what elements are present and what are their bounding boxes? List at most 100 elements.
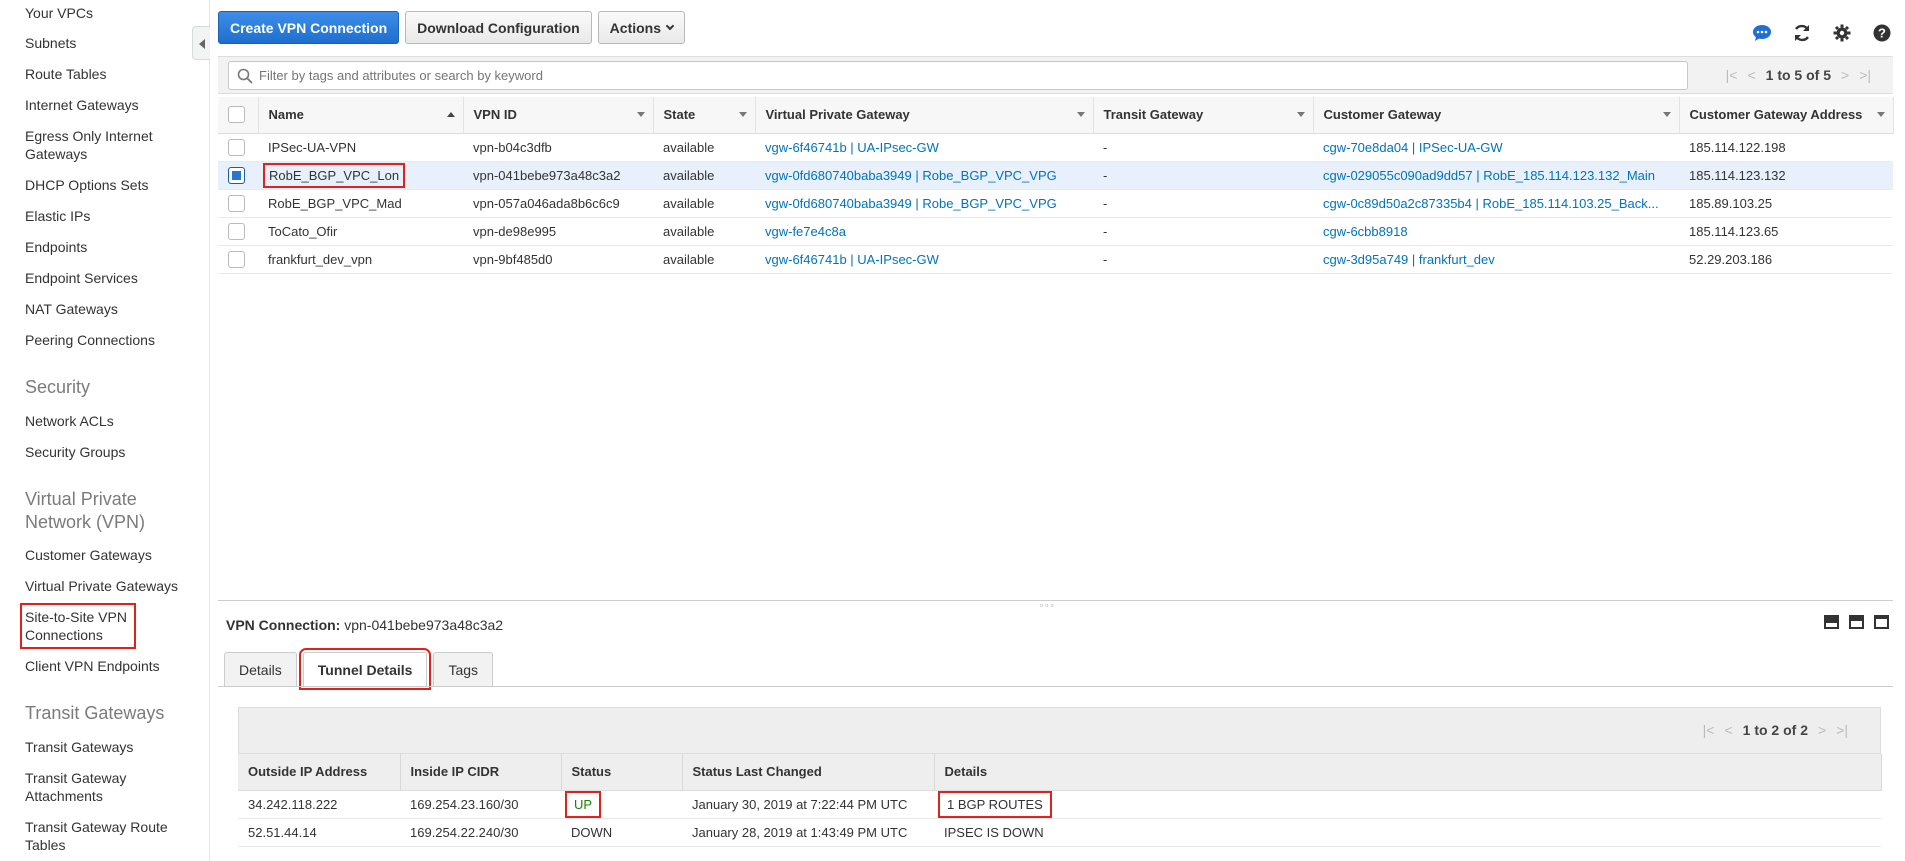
col-state[interactable]: State: [653, 97, 756, 134]
sidebar-item-virtual-private-gateways[interactable]: Virtual Private Gateways: [25, 577, 205, 595]
col-vpn-id[interactable]: VPN ID: [463, 97, 654, 134]
sidebar-item-endpoint-services[interactable]: Endpoint Services: [25, 269, 205, 287]
table-row[interactable]: RobE_BGP_VPC_Mad vpn-057a046ada8b6c6c9 a…: [218, 189, 1893, 218]
row-name: RobE_BGP_VPC_Lon: [262, 162, 406, 188]
col-status-changed: Status Last Changed: [682, 754, 935, 791]
tunnel-details-panel: |< < 1 to 2 of 2 > >| Outside IP Address…: [238, 707, 1882, 847]
gear-icon[interactable]: [1831, 22, 1853, 44]
filter-input[interactable]: [259, 62, 1679, 89]
col-cgw-address[interactable]: Customer Gateway Address: [1679, 97, 1894, 134]
last-page-icon[interactable]: >|: [1836, 722, 1848, 738]
row-vgw-link[interactable]: vgw-6f46741b | UA-IPsec-GW: [765, 140, 939, 155]
row-cgw-link[interactable]: cgw-0c89d50a2c87335b4 | RobE_185.114.103…: [1323, 196, 1659, 211]
sort-icon: [738, 112, 747, 117]
next-page-icon[interactable]: >: [1841, 67, 1849, 83]
sidebar-item-internet-gateways[interactable]: Internet Gateways: [25, 96, 205, 114]
sidebar-item-network-acls[interactable]: Network ACLs: [25, 412, 205, 430]
sidebar-item-your-vpcs[interactable]: Your VPCs: [25, 4, 205, 22]
help-icon[interactable]: ?: [1871, 22, 1893, 44]
row-cgw-link[interactable]: cgw-6cbb8918: [1323, 224, 1408, 239]
create-vpn-button[interactable]: Create VPN Connection: [218, 11, 400, 44]
sidebar-item-transit-attachments[interactable]: Transit Gateway Attachments: [25, 769, 155, 805]
row-vgw-cell: vgw-0fd680740baba3949 | Robe_BGP_VPC_VPG: [755, 189, 1093, 218]
row-checkbox[interactable]: [228, 138, 245, 156]
col-details: Details: [934, 754, 1882, 791]
first-page-icon[interactable]: |<: [1703, 722, 1715, 738]
prev-page-icon[interactable]: <: [1724, 722, 1732, 738]
sidebar-item-customer-gateways[interactable]: Customer Gateways: [25, 546, 205, 564]
row-cgw-link[interactable]: cgw-3d95a749 | frankfurt_dev: [1323, 252, 1495, 267]
sidebar-item-peering-connections[interactable]: Peering Connections: [25, 331, 205, 349]
row-tgw: -: [1093, 217, 1313, 246]
prev-page-icon[interactable]: <: [1747, 67, 1755, 83]
row-vgw-cell: vgw-fe7e4c8a: [755, 217, 1093, 246]
col-cgw[interactable]: Customer Gateway: [1313, 97, 1680, 134]
row-vgw-link[interactable]: vgw-fe7e4c8a: [765, 224, 846, 239]
layout-full-icon[interactable]: [1874, 615, 1889, 629]
table-row[interactable]: ToCato_Ofir vpn-de98e995 available vgw-f…: [218, 217, 1893, 246]
first-page-icon[interactable]: |<: [1726, 67, 1738, 83]
layout-split-icon[interactable]: [1849, 615, 1864, 629]
row-vpn-id: vpn-057a046ada8b6c6c9: [463, 189, 653, 218]
sidebar-item-elastic-ips[interactable]: Elastic IPs: [25, 207, 205, 225]
tunnel-status-changed: January 28, 2019 at 1:43:49 PM UTC: [682, 818, 934, 847]
sidebar-item-client-vpn-endpoints[interactable]: Client VPN Endpoints: [25, 657, 205, 675]
sidebar-item-transit-route-tables[interactable]: Transit Gateway Route Tables: [25, 818, 175, 854]
sidebar-item-subnets[interactable]: Subnets: [25, 34, 205, 52]
refresh-icon[interactable]: [1791, 22, 1813, 44]
chat-icon[interactable]: [1751, 22, 1773, 44]
row-vpn-id: vpn-de98e995: [463, 217, 653, 246]
next-page-icon[interactable]: >: [1818, 722, 1826, 738]
tab-tunnel-details[interactable]: Tunnel Details: [298, 648, 432, 690]
table-row[interactable]: IPSec-UA-VPN vpn-b04c3dfb available vgw-…: [218, 133, 1893, 162]
sidebar: Your VPCs Subnets Route Tables Internet …: [0, 0, 210, 861]
row-vgw-link[interactable]: vgw-0fd680740baba3949 | Robe_BGP_VPC_VPG: [765, 196, 1057, 211]
col-tgw[interactable]: Transit Gateway: [1093, 97, 1314, 134]
row-checkbox[interactable]: [228, 194, 245, 212]
sidebar-item-security-groups[interactable]: Security Groups: [25, 443, 205, 461]
actions-button[interactable]: Actions: [597, 11, 686, 44]
row-vgw-link[interactable]: vgw-0fd680740baba3949 | Robe_BGP_VPC_VPG: [765, 168, 1057, 183]
row-checkbox[interactable]: [228, 222, 245, 240]
tunnel-status: DOWN: [561, 818, 682, 847]
row-select-cell: [218, 245, 258, 274]
col-name[interactable]: Name: [258, 97, 464, 134]
select-all-cell: [218, 97, 259, 134]
sidebar-item-site-to-site-vpn[interactable]: Site-to-Site VPN Connections: [20, 603, 136, 649]
row-vgw-link[interactable]: vgw-6f46741b | UA-IPsec-GW: [765, 252, 939, 267]
sidebar-item-nat-gateways[interactable]: NAT Gateways: [25, 300, 205, 318]
sidebar-item-route-tables[interactable]: Route Tables: [25, 65, 205, 83]
tab-tags[interactable]: Tags: [433, 652, 494, 686]
sidebar-item-endpoints[interactable]: Endpoints: [25, 238, 205, 256]
sidebar-collapse-button[interactable]: [192, 26, 210, 60]
drag-handle-icon[interactable]: ▫▫▫: [1040, 600, 1056, 610]
sidebar-item-transit-gateways[interactable]: Transit Gateways: [25, 738, 205, 756]
tunnel-table: Outside IP Address Inside IP CIDR Status…: [238, 754, 1882, 847]
row-vgw-cell: vgw-0fd680740baba3949 | Robe_BGP_VPC_VPG: [755, 161, 1093, 190]
select-all-checkbox[interactable]: [228, 106, 245, 124]
row-checkbox[interactable]: [228, 166, 245, 184]
row-vpn-id: vpn-b04c3dfb: [463, 133, 653, 162]
row-state: available: [653, 245, 755, 274]
col-cgw-address-label: Customer Gateway Address: [1689, 107, 1863, 123]
row-vpn-id: vpn-041bebe973a48c3a2: [463, 161, 653, 190]
download-configuration-button[interactable]: Download Configuration: [405, 11, 592, 44]
sidebar-item-egress-only-gateways[interactable]: Egress Only Internet Gateways: [25, 127, 205, 163]
sidebar-heading-vpn: Virtual Private Network (VPN): [25, 489, 146, 532]
row-name: ToCato_Ofir: [258, 217, 463, 246]
row-cgw-cell: cgw-029055c090ad9dd57 | RobE_185.114.123…: [1313, 161, 1679, 190]
row-cgw-link[interactable]: cgw-70e8da04 | IPSec-UA-GW: [1323, 140, 1503, 155]
sidebar-item-dhcp-options[interactable]: DHCP Options Sets: [25, 176, 205, 194]
row-cgw-link[interactable]: cgw-029055c090ad9dd57 | RobE_185.114.123…: [1323, 168, 1655, 183]
row-checkbox[interactable]: [228, 250, 245, 268]
last-page-icon[interactable]: >|: [1859, 67, 1871, 83]
layout-bottom-icon[interactable]: [1824, 615, 1839, 629]
row-vpn-id: vpn-9bf485d0: [463, 245, 653, 274]
col-vgw[interactable]: Virtual Private Gateway: [755, 97, 1094, 134]
table-row[interactable]: RobE_BGP_VPC_Lon vpn-041bebe973a48c3a2 a…: [218, 161, 1893, 190]
row-state: available: [653, 133, 755, 162]
row-tgw: -: [1093, 245, 1313, 274]
row-cgw-address: 185.89.103.25: [1679, 189, 1893, 218]
table-row[interactable]: frankfurt_dev_vpn vpn-9bf485d0 available…: [218, 245, 1893, 274]
tab-details[interactable]: Details: [224, 652, 297, 686]
